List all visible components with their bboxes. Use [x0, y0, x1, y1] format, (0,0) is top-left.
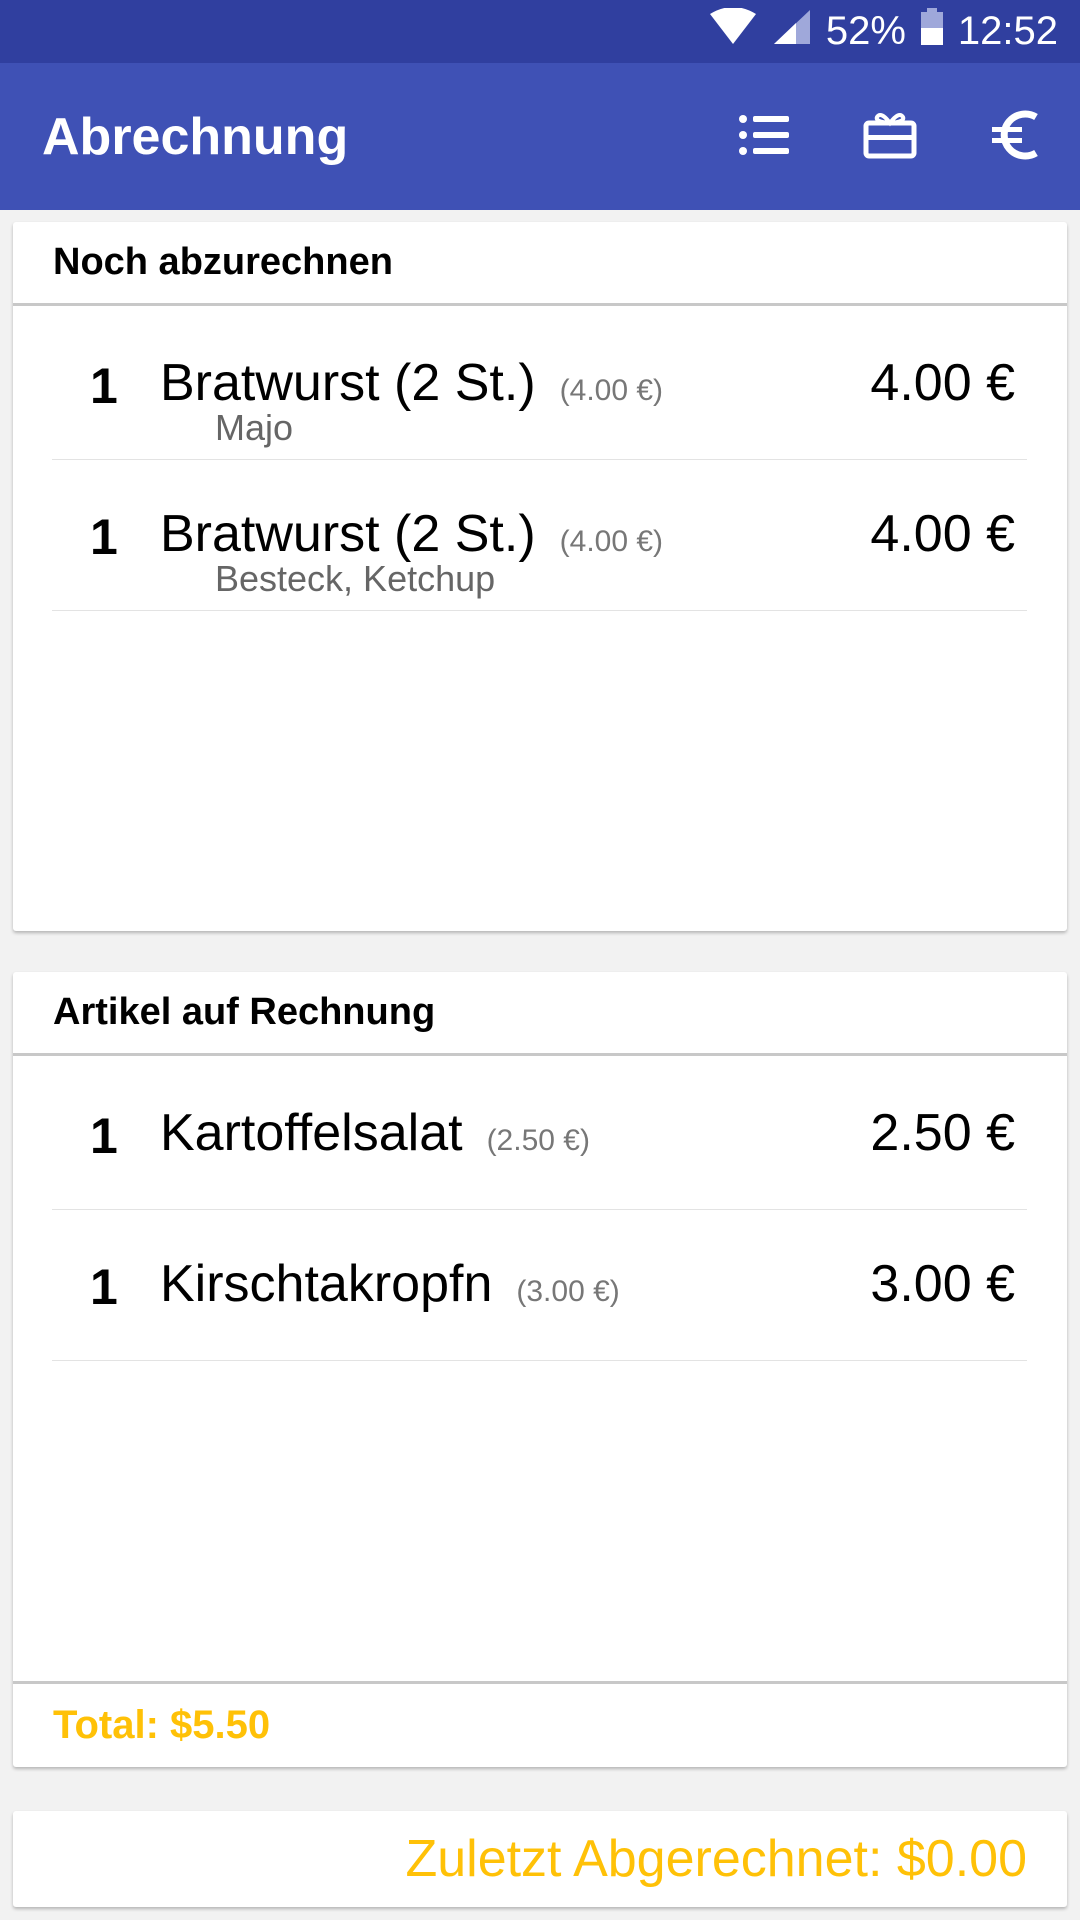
item-unit-price: (3.00 €): [516, 1275, 620, 1308]
item-price: 4.00 €: [870, 505, 1015, 563]
gift-card-button[interactable]: [850, 101, 930, 173]
invoice-header: Artikel auf Rechnung: [13, 972, 1067, 1056]
invoice-card: Artikel auf Rechnung 1 Kartoffelsalat (2…: [13, 972, 1067, 1767]
list-icon: [739, 114, 789, 161]
euro-icon: [990, 109, 1042, 166]
item-quantity: 1: [90, 1259, 118, 1315]
list-item[interactable]: 1 Bratwurst (2 St.) (4.00 €) Majo 4.00 €: [52, 309, 1027, 460]
signal-icon: [772, 8, 812, 56]
gift-card-icon: [863, 111, 917, 164]
pending-header: Noch abzurechnen: [13, 222, 1067, 306]
item-price: 3.00 €: [870, 1255, 1015, 1313]
page-title: Abrechnung: [42, 108, 349, 166]
item-quantity: 1: [90, 1108, 118, 1164]
item-name: Bratwurst (2 St.): [160, 505, 536, 563]
item-extras: Majo: [215, 407, 294, 448]
item-name: Kartoffelsalat: [160, 1104, 463, 1162]
item-price: 2.50 €: [870, 1104, 1015, 1162]
item-extras: Besteck, Ketchup: [215, 558, 496, 599]
clock: 12:52: [957, 9, 1058, 53]
item-quantity: 1: [90, 509, 118, 565]
last-settled-amount: Zuletzt Abgerechnet: $0.00: [405, 1830, 1027, 1888]
item-price: 4.00 €: [870, 354, 1015, 412]
item-unit-price: (4.00 €): [559, 525, 664, 558]
item-name: Bratwurst (2 St.): [160, 354, 536, 412]
wifi-icon: [708, 6, 758, 56]
pending-card: Noch abzurechnen 1 Bratwurst (2 St.) (4.…: [13, 222, 1067, 931]
list-button[interactable]: [724, 101, 804, 173]
item-quantity: 1: [90, 358, 118, 414]
euro-button[interactable]: [976, 101, 1056, 173]
battery-icon: [920, 7, 944, 56]
app-bar: Abrechnung: [0, 63, 1080, 210]
list-item[interactable]: 1 Kartoffelsalat (2.50 €) 2.50 €: [52, 1059, 1027, 1210]
battery-percent: 52%: [825, 9, 906, 53]
invoice-total: Total: $5.50: [13, 1681, 1067, 1767]
item-unit-price: (2.50 €): [486, 1124, 590, 1157]
list-item[interactable]: 1 Kirschtakropfn (3.00 €) 3.00 €: [52, 1210, 1027, 1361]
last-settled-card: Zuletzt Abgerechnet: $0.00: [13, 1811, 1067, 1907]
status-bar: 52% 12:52: [0, 0, 1080, 63]
item-name: Kirschtakropfn: [160, 1255, 493, 1313]
list-item[interactable]: 1 Bratwurst (2 St.) (4.00 €) Besteck, Ke…: [52, 460, 1027, 611]
item-unit-price: (4.00 €): [559, 374, 664, 407]
